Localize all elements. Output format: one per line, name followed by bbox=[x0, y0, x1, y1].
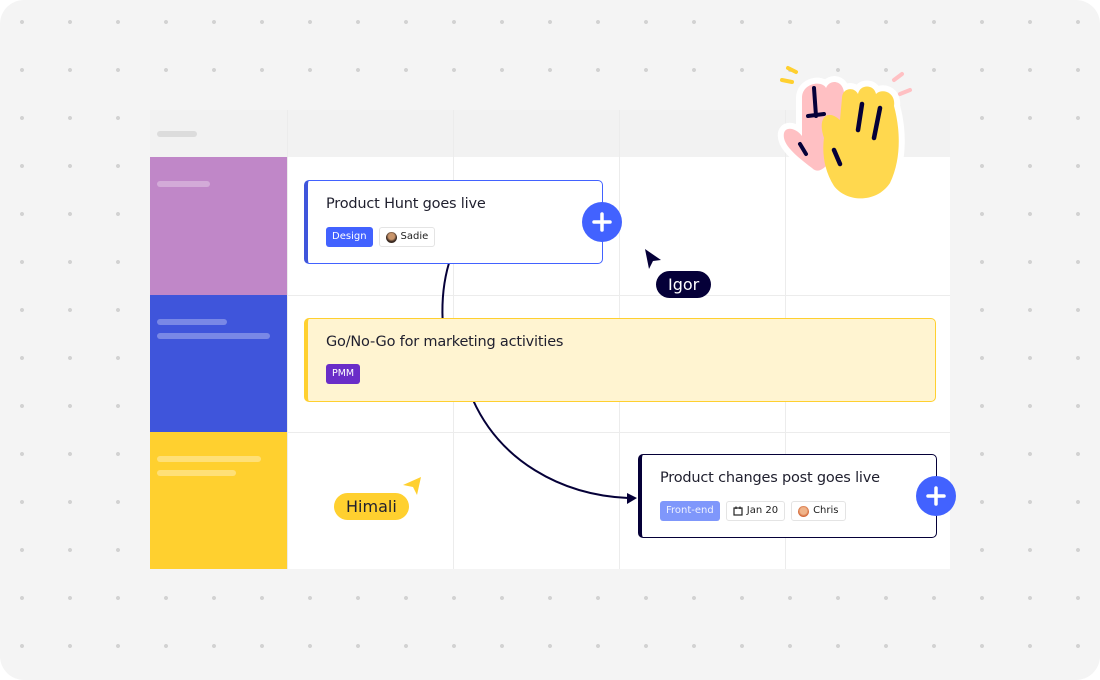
assignee-name: Chris bbox=[813, 505, 839, 516]
card-go-no-go[interactable]: Go/No-Go for marketing activities PMM bbox=[304, 318, 936, 402]
connector-line[interactable] bbox=[472, 399, 629, 499]
plus-icon bbox=[592, 212, 612, 232]
card-title: Go/No-Go for marketing activities bbox=[326, 334, 564, 350]
cursor-pointer-icon bbox=[403, 477, 421, 495]
tag-pmm[interactable]: PMM bbox=[326, 364, 361, 384]
assignee-chip[interactable]: Sadie bbox=[378, 227, 436, 247]
cursor-pointer-icon bbox=[645, 249, 661, 269]
card-tags: PMM bbox=[326, 364, 361, 384]
collaborator-cursor-igor: Igor bbox=[656, 271, 712, 298]
whiteboard-canvas[interactable]: Product Hunt goes live Design Sadie Go/N… bbox=[0, 0, 1100, 680]
card-title: Product Hunt goes live bbox=[326, 196, 486, 212]
tag-front-end[interactable]: Front-end bbox=[660, 501, 720, 521]
high-five-hands-icon[interactable] bbox=[762, 58, 922, 208]
tag-design[interactable]: Design bbox=[326, 227, 373, 247]
due-date: Jan 20 bbox=[746, 505, 779, 516]
arrowhead-icon bbox=[627, 493, 637, 504]
due-date-chip[interactable]: Jan 20 bbox=[725, 501, 786, 521]
plus-icon bbox=[926, 486, 946, 506]
assignee-name: Sadie bbox=[400, 231, 429, 242]
collaborator-cursor-himali: Himali bbox=[334, 493, 409, 520]
add-card-button[interactable] bbox=[916, 476, 956, 516]
card-tags: Design Sadie bbox=[326, 227, 436, 247]
card-product-hunt[interactable]: Product Hunt goes live Design Sadie bbox=[304, 180, 603, 264]
avatar bbox=[798, 505, 810, 517]
assignee-chip[interactable]: Chris bbox=[791, 501, 846, 521]
card-tags: Front-end Jan 20 Chris bbox=[660, 501, 846, 521]
card-title: Product changes post goes live bbox=[660, 470, 880, 486]
calendar-icon bbox=[733, 506, 743, 516]
avatar bbox=[385, 231, 397, 243]
card-product-changes[interactable]: Product changes post goes live Front-end… bbox=[638, 454, 937, 538]
add-card-button[interactable] bbox=[582, 202, 622, 242]
